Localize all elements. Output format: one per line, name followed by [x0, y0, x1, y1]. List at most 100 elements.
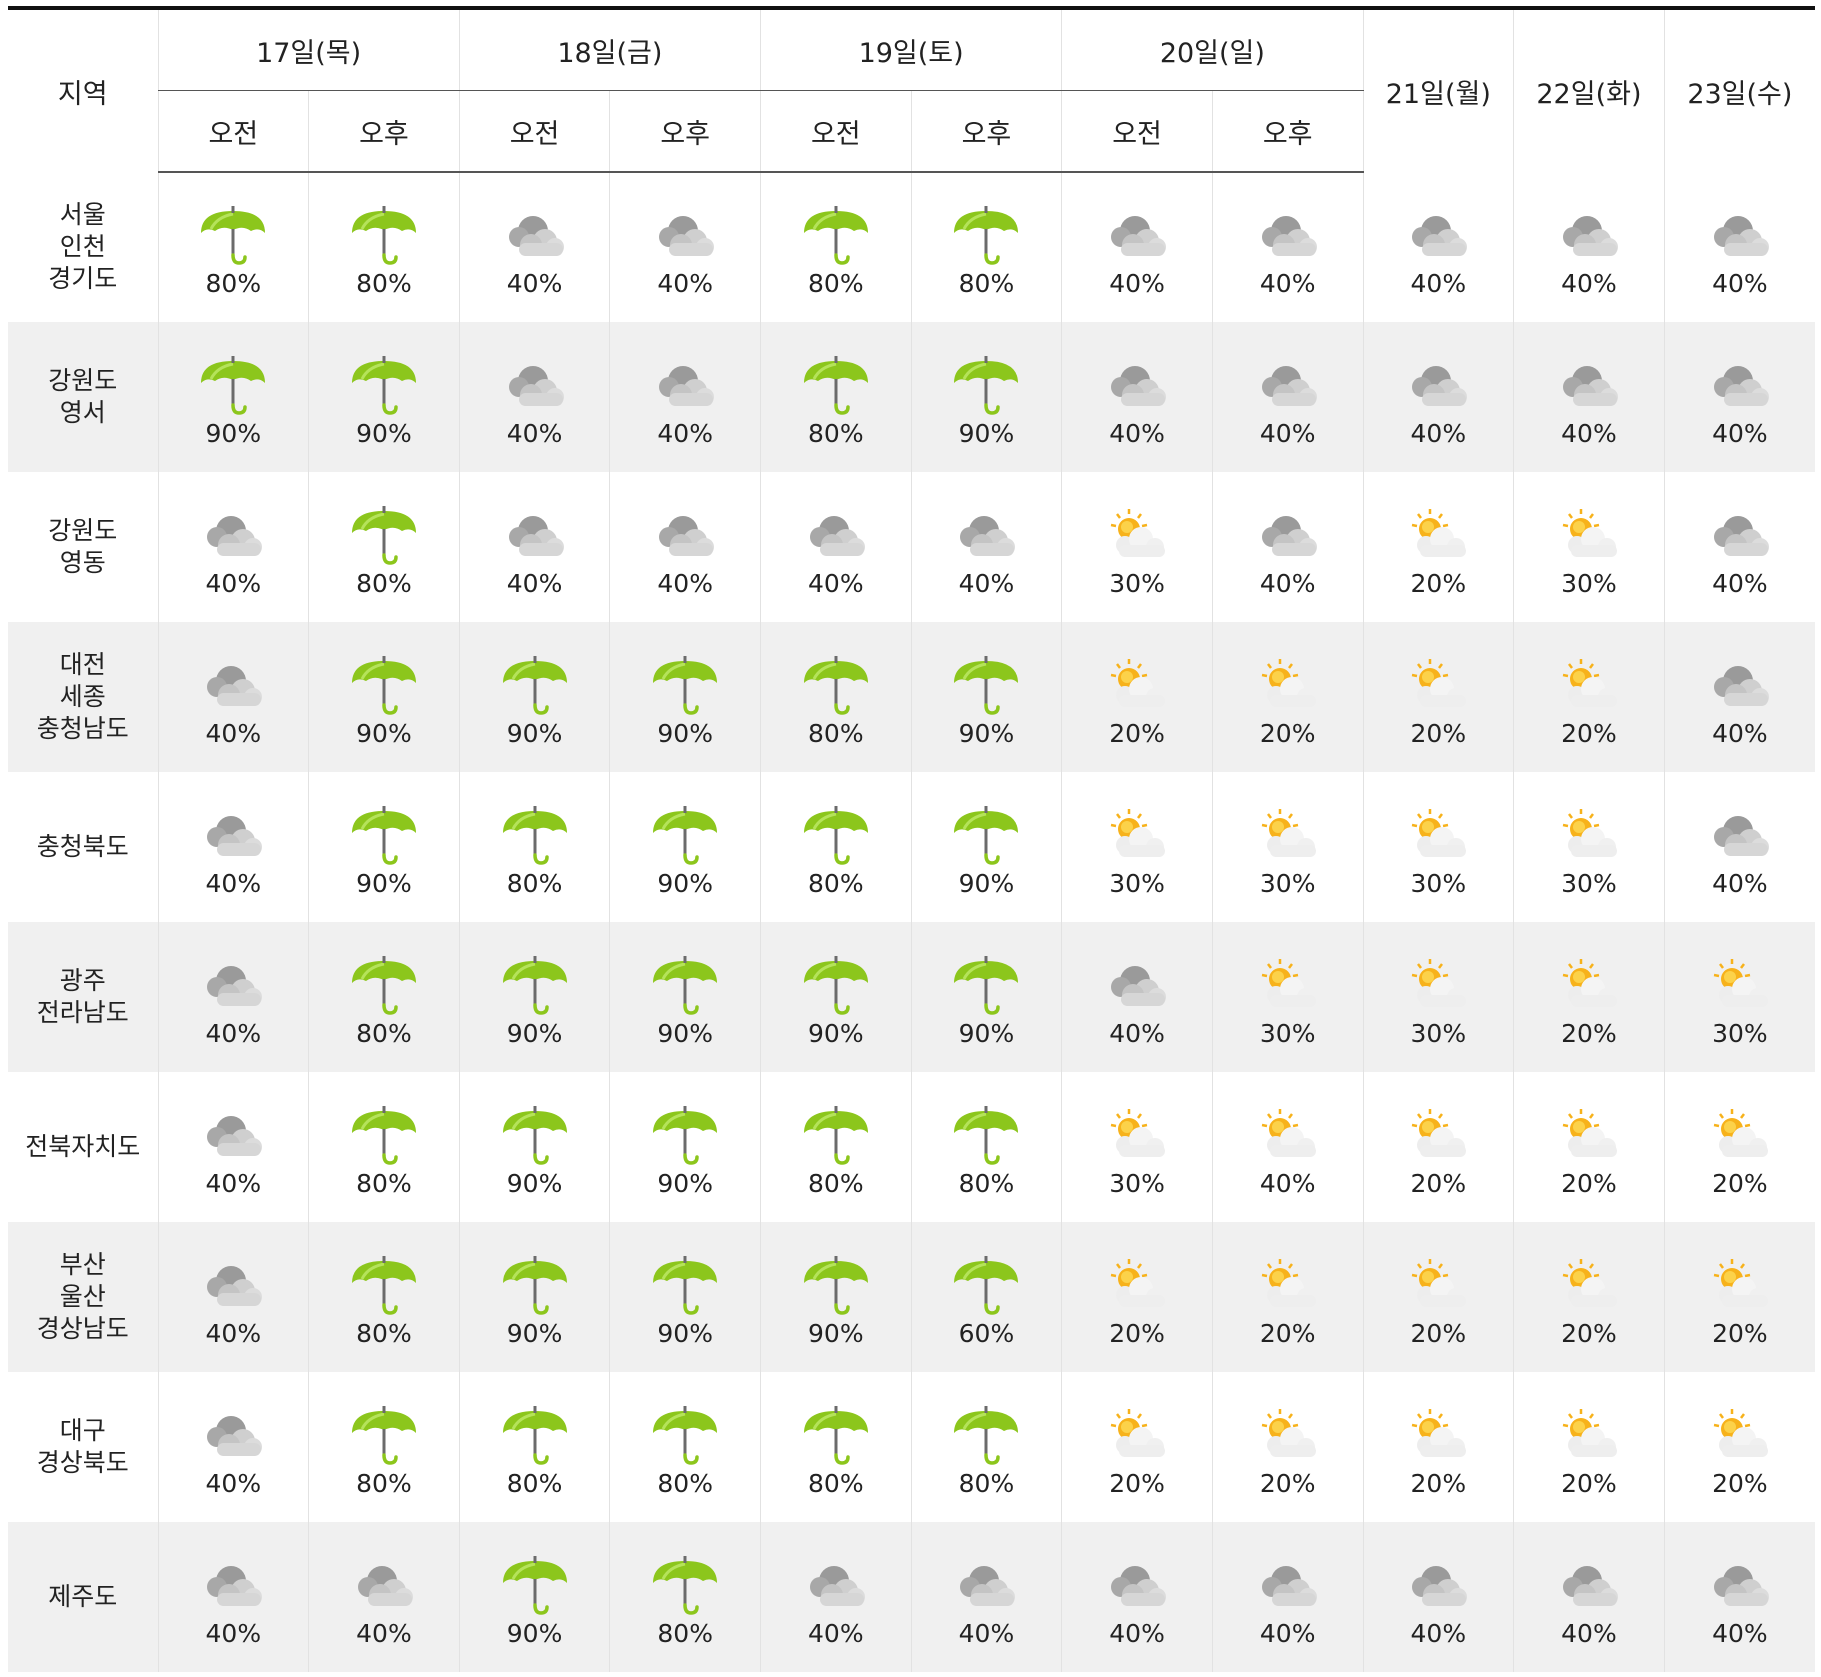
cloudy-icon	[809, 1565, 865, 1606]
rain-probability: 40%	[958, 1618, 1015, 1648]
forecast-row: 부산 울산 경상남도 40% 80% 90% 90% 90% 60% 20% 20% 20% 20% 20…	[8, 1222, 1815, 1372]
weekly-forecast-table: 지역 17일(목) 18일(금) 19일(토) 20일(일) 21일(월) 22…	[8, 6, 1815, 1672]
rain-probability: 90%	[657, 1018, 713, 1048]
forecast-cell: 40%	[458, 172, 610, 322]
partly-cloudy-icon	[1412, 508, 1467, 557]
rain-umbrella-icon	[954, 355, 1019, 415]
region-line: 서울	[59, 200, 106, 229]
rain-probability: 20%	[1109, 718, 1165, 748]
forecast-cell: 90%	[458, 922, 610, 1072]
partly-cloudy-icon	[1261, 1408, 1316, 1457]
forecast-cell: 40%	[157, 772, 309, 922]
rain-probability: 80%	[356, 568, 412, 598]
forecast-cell-content: 40%	[1062, 197, 1212, 298]
partly-cloudy-icon	[1110, 1258, 1166, 1307]
rain-probability: 30%	[1410, 868, 1467, 898]
partly-cloudy-icon	[1412, 958, 1467, 1007]
forecast-cell: 30%	[1663, 922, 1815, 1072]
cloudy-icon	[1713, 515, 1769, 556]
rain-probability: 40%	[808, 568, 864, 598]
forecast-cell-content: 80%	[610, 1547, 760, 1648]
forecast-cell-content: 90%	[610, 1097, 760, 1198]
cloudy-icon	[1713, 365, 1769, 406]
rain-probability: 40%	[506, 568, 563, 598]
region-line: 영동	[59, 548, 106, 577]
partly-cloudy-icon	[1562, 1258, 1617, 1307]
forecast-cell-content: 90%	[460, 1247, 610, 1348]
forecast-cell-content: 80%	[309, 947, 459, 1048]
forecast-cell: 40%	[157, 622, 309, 772]
partly-cloudy-icon	[1713, 1108, 1768, 1157]
forecast-cell-content: 40%	[159, 647, 309, 748]
forecast-cell: 40%	[157, 1522, 309, 1672]
forecast-cell: 40%	[910, 472, 1062, 622]
forecast-cell: 40%	[157, 472, 309, 622]
forecast-cell: 80%	[308, 1222, 460, 1372]
forecast-cell-content: 40%	[460, 197, 610, 298]
forecast-cell: 90%	[609, 1072, 761, 1222]
rain-probability: 90%	[958, 1018, 1015, 1048]
forecast-cell-content: 80%	[912, 1397, 1062, 1498]
cloudy-icon	[960, 1565, 1016, 1606]
rain-probability: 20%	[1109, 1468, 1165, 1498]
rain-probability: 20%	[1410, 718, 1467, 748]
forecast-cell: 80%	[760, 1372, 912, 1522]
forecast-cell: 40%	[1211, 1072, 1363, 1222]
forecast-cell-content: 80%	[761, 797, 911, 898]
partly-cloudy-icon	[1261, 808, 1316, 857]
forecast-cell-content: 30%	[1665, 947, 1815, 1048]
cloudy-icon	[207, 965, 263, 1006]
rain-probability: 40%	[1259, 1168, 1316, 1198]
forecast-cell: 80%	[760, 772, 912, 922]
pm-header: 오후	[308, 90, 460, 173]
day-header: 21일(월)	[1362, 6, 1514, 172]
rain-probability: 40%	[1561, 1618, 1617, 1648]
partly-cloudy-icon	[1562, 808, 1617, 857]
forecast-cell-content: 90%	[460, 1097, 610, 1198]
rain-probability: 80%	[808, 718, 864, 748]
forecast-cell: 20%	[1513, 922, 1665, 1072]
forecast-cell: 20%	[1513, 1372, 1665, 1522]
forecast-cell-content: 90%	[309, 797, 459, 898]
forecast-cell-content: 80%	[761, 1397, 911, 1498]
partly-cloudy-icon	[1110, 1408, 1166, 1457]
forecast-cell-content: 30%	[1514, 797, 1664, 898]
forecast-cell-content: 20%	[1364, 1397, 1514, 1498]
region-line: 제주도	[48, 1582, 118, 1611]
rain-probability: 80%	[958, 1468, 1015, 1498]
rain-umbrella-icon	[502, 655, 567, 715]
forecast-cell: 90%	[910, 622, 1062, 772]
cloudy-icon	[809, 515, 865, 556]
forecast-cell-content: 80%	[460, 797, 610, 898]
forecast-cell: 20%	[1513, 1072, 1665, 1222]
cloudy-icon	[207, 665, 263, 706]
forecast-cell: 20%	[1061, 1372, 1213, 1522]
region-line: 전라남도	[36, 998, 129, 1027]
rain-probability: 40%	[1410, 418, 1467, 448]
rain-probability: 40%	[1410, 1618, 1467, 1648]
rain-probability: 20%	[1561, 718, 1617, 748]
forecast-cell: 40%	[1211, 472, 1363, 622]
rain-probability: 40%	[1712, 1618, 1768, 1648]
forecast-cell-content: 90%	[610, 1247, 760, 1348]
forecast-cell-content: 40%	[460, 497, 610, 598]
rain-probability: 90%	[356, 868, 412, 898]
forecast-cell-content: 40%	[761, 497, 911, 598]
rain-umbrella-icon	[653, 805, 718, 865]
forecast-cell: 20%	[1663, 1372, 1815, 1522]
rain-probability: 40%	[958, 568, 1015, 598]
rain-umbrella-icon	[502, 1405, 567, 1465]
forecast-cell-content: 20%	[1062, 647, 1212, 748]
cloudy-icon	[1111, 965, 1167, 1006]
cloudy-icon	[357, 1565, 413, 1606]
rain-probability: 40%	[1712, 568, 1768, 598]
rain-probability: 80%	[356, 269, 412, 298]
forecast-cell: 40%	[609, 322, 761, 472]
forecast-cell: 40%	[157, 1372, 309, 1522]
rain-probability: 90%	[506, 1168, 563, 1198]
rain-probability: 80%	[958, 1168, 1015, 1198]
forecast-cell: 30%	[1513, 772, 1665, 922]
forecast-cell-content: 40%	[1514, 197, 1664, 298]
rain-probability: 20%	[1259, 1318, 1316, 1348]
rain-probability: 20%	[1410, 568, 1467, 598]
